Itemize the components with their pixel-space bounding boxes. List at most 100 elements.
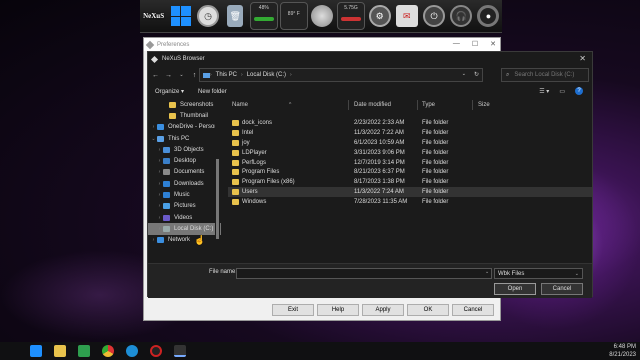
back-arrow-icon[interactable]: ← [150, 72, 161, 79]
folder-icon [232, 120, 239, 126]
tree-scrollbar[interactable] [215, 99, 220, 256]
dock-item-nexus[interactable]: NeXuS [141, 1, 166, 31]
tree-item[interactable]: Thumbnail [148, 110, 221, 121]
ok-button[interactable]: OK [407, 304, 449, 316]
file-date: 2/23/2022 2:33 AM [354, 120, 405, 126]
dock-item-power[interactable]: ⏻ [421, 1, 446, 31]
view-options-icon[interactable]: ☰ ▾ [539, 88, 549, 95]
nexus-logo: NeXuS [143, 12, 165, 20]
dock-item-headphones[interactable]: 🎧 [449, 1, 474, 31]
file-rows: dock_icons 2/23/2022 2:33 AM File folder In… [228, 118, 592, 207]
open-button[interactable]: Open [494, 283, 536, 295]
column-name[interactable]: Name [232, 102, 248, 108]
breadcrumb-local-disk[interactable]: Local Disk (C:) [247, 72, 286, 78]
record-icon[interactable] [150, 345, 162, 357]
tree-item[interactable]: › Music [148, 189, 221, 200]
breadcrumb-this-pc[interactable]: This PC [216, 72, 237, 78]
dock-item-memory-gauge[interactable]: 5.75G [337, 1, 366, 31]
apply-button[interactable]: Apply [362, 304, 404, 316]
dock-item-cpu-gauge[interactable]: 48% [249, 1, 278, 31]
chevron-icon[interactable]: › [156, 215, 163, 221]
chevron-icon[interactable]: ⌄ [150, 136, 157, 142]
prefs-cancel-button[interactable]: Cancel [452, 304, 494, 316]
chrome-icon[interactable] [102, 345, 114, 357]
filename-dropdown-icon[interactable]: ⌄ [485, 269, 489, 275]
column-type[interactable]: Type [422, 102, 435, 108]
help-icon[interactable]: ? [575, 87, 583, 95]
dock-item-settings[interactable]: ⚙ [367, 1, 392, 31]
new-folder-button[interactable]: New folder [198, 89, 227, 95]
file-row[interactable]: Windows 7/28/2023 11:35 AM File folder [228, 197, 592, 207]
preview-pane-icon[interactable]: ▭ [559, 88, 565, 95]
file-row[interactable]: dock_icons 2/23/2022 2:33 AM File folder [228, 118, 592, 128]
search-box[interactable]: ⌕ Search Local Disk (C:) [501, 68, 589, 82]
address-bar[interactable]: › This PC › Local Disk (C:) › ⌄ ↻ [199, 68, 483, 82]
tree-item[interactable]: Screenshots [148, 99, 221, 110]
file-row[interactable]: Program Files (x86) 8/17/2023 1:38 PM File… [228, 177, 592, 187]
chevron-icon[interactable]: › [156, 203, 163, 209]
start-windows-icon[interactable] [30, 345, 42, 357]
tree-item[interactable]: ⌄ This PC [148, 133, 221, 144]
dock-item-recycle-bin[interactable]: 🗑 [223, 1, 248, 31]
folder-icon [163, 169, 170, 176]
chevron-icon[interactable]: › [150, 237, 157, 243]
chevron-icon[interactable]: › [156, 147, 163, 153]
address-dropdown-icon[interactable]: ⌄ [462, 71, 466, 78]
dock-item-weather[interactable]: 89° F [279, 1, 308, 31]
folder-icon [232, 159, 239, 166]
file-row[interactable]: LDPlayer 3/31/2023 9:06 PM File folder [228, 148, 592, 158]
file-row[interactable]: PerfLogs 12/7/2019 3:14 PM File folder [228, 158, 592, 168]
pin-app-icon[interactable] [78, 345, 90, 357]
file-date: 8/21/2023 6:37 PM [354, 169, 405, 176]
chevron-icon[interactable]: › [156, 181, 163, 187]
tree-item[interactable]: › Downloads [148, 178, 221, 189]
chevron-icon[interactable]: › [156, 192, 163, 198]
forward-arrow-icon[interactable]: → [163, 72, 174, 79]
tree-item[interactable]: › Desktop [148, 155, 221, 166]
filename-input[interactable] [236, 268, 492, 279]
chevron-icon[interactable]: › [150, 124, 157, 130]
chevron-icon[interactable]: › [156, 158, 163, 164]
cpu-gauge-value: 48% [258, 5, 269, 11]
file-type: File folder [422, 159, 449, 166]
dock-item-clock[interactable]: ◷ [195, 1, 220, 31]
windows-logo-icon [170, 6, 191, 26]
dock-item-camera[interactable]: ● [476, 1, 501, 31]
file-row[interactable]: Users 11/3/2022 7:24 AM File folder [228, 187, 592, 198]
recent-dropdown-icon[interactable]: ⌄ [176, 72, 187, 78]
column-date-modified[interactable]: Date modified [354, 102, 391, 108]
file-row[interactable]: Program Files 8/21/2023 6:37 PM File folde… [228, 167, 592, 177]
column-size[interactable]: Size [478, 102, 490, 108]
tree-item[interactable]: › 3D Objects [148, 144, 221, 155]
help-button[interactable]: Help [317, 304, 359, 316]
organize-button[interactable]: Organize ▾ [155, 88, 184, 95]
clock-icon: ◷ [197, 5, 219, 27]
scrollbar-thumb[interactable] [216, 159, 219, 239]
exit-button[interactable]: Exit [272, 304, 314, 316]
dialog-close-icon[interactable]: ✕ [579, 54, 586, 63]
close-icon[interactable]: ✕ [490, 40, 496, 48]
file-explorer-icon[interactable] [54, 345, 66, 357]
edge-icon[interactable] [126, 345, 138, 357]
refresh-icon[interactable]: ↻ [474, 71, 479, 78]
chevron-icon[interactable]: › [156, 169, 163, 175]
tree-item[interactable]: › Videos [148, 212, 221, 223]
file-row[interactable]: joy 6/1/2023 10:59 AM File folder [228, 138, 592, 148]
tree-item[interactable]: › Network [148, 235, 221, 246]
tree-item[interactable]: › OneDrive - Person [148, 122, 221, 133]
dock-item-windows[interactable] [168, 1, 193, 31]
system-tray-clock[interactable]: 6:48 PM 8/21/2023 [609, 343, 636, 359]
file-row[interactable]: Intel 11/3/2022 7:22 AM File folder [228, 128, 592, 138]
tree-item[interactable]: › Pictures [148, 201, 221, 212]
maximize-icon[interactable]: ☐ [472, 40, 478, 48]
tree-item[interactable]: › Local Disk (C:) [148, 223, 221, 235]
dock-item-mail[interactable]: ✉ [394, 1, 419, 31]
nexus-taskbar-icon[interactable] [174, 345, 186, 357]
tree-item[interactable]: › Documents [148, 167, 221, 178]
cancel-button[interactable]: Cancel [541, 283, 583, 295]
chevron-icon[interactable]: › [156, 226, 163, 232]
dock-item-moon[interactable] [310, 1, 335, 31]
tree-item-label: Music [174, 192, 190, 199]
minimize-icon[interactable]: — [453, 40, 460, 48]
filetype-select[interactable]: Wbk Files ⌄ [494, 268, 583, 279]
